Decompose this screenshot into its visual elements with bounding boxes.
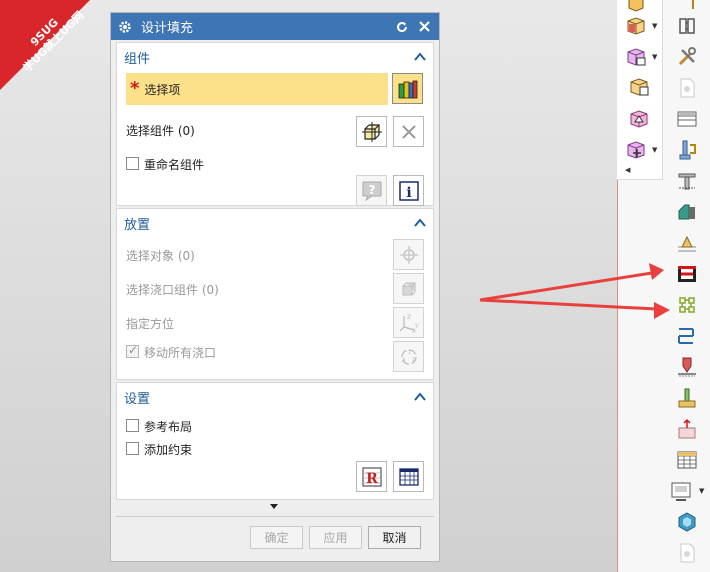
annotation-arrows <box>479 263 670 319</box>
